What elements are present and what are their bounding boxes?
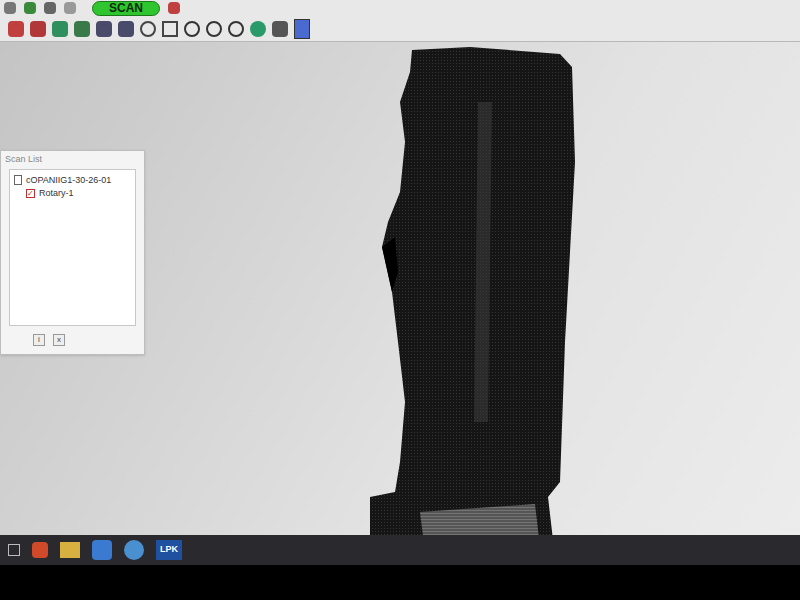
select-icon[interactable] — [8, 21, 24, 37]
target-icon[interactable] — [184, 21, 200, 37]
folder-icon[interactable] — [60, 542, 80, 558]
task-view-icon[interactable] — [8, 544, 20, 556]
browser-icon[interactable] — [32, 542, 48, 558]
app-window: SCANScan ListcOPANIIG1-30-26-01✓Rotary-1… — [0, 0, 800, 600]
view-icon[interactable] — [272, 21, 288, 37]
sphere-icon[interactable] — [250, 21, 266, 37]
tools-icon[interactable] — [4, 2, 16, 14]
taskbar: LPK — [0, 535, 800, 600]
taskbar-app[interactable]: LPK — [156, 540, 182, 560]
viewport[interactable]: Scan ListcOPANIIG1-30-26-01✓Rotary-1ix — [0, 42, 800, 535]
scan-list-title: Scan List — [1, 151, 144, 169]
scan-button[interactable]: SCAN — [92, 1, 160, 16]
rotate-icon[interactable] — [228, 21, 244, 37]
report-icon[interactable] — [168, 2, 180, 14]
app-icon[interactable] — [92, 540, 112, 560]
toolbar: SCAN — [0, 0, 800, 42]
home-icon[interactable] — [44, 2, 56, 14]
material-icon[interactable] — [294, 19, 310, 39]
document-icon — [14, 175, 22, 185]
chrome-icon[interactable] — [124, 540, 144, 560]
scan-list-panel: Scan ListcOPANIIG1-30-26-01✓Rotary-1ix — [0, 150, 145, 355]
panel-button[interactable]: i — [33, 334, 45, 346]
mesh-icon[interactable] — [52, 21, 68, 37]
move-icon[interactable] — [96, 21, 112, 37]
filter-icon[interactable] — [30, 21, 46, 37]
zoom-icon[interactable] — [140, 21, 156, 37]
fit-icon[interactable] — [162, 21, 178, 37]
tree-item[interactable]: cOPANIIG1-30-26-01 — [10, 174, 135, 188]
pan-icon[interactable] — [118, 21, 134, 37]
check-icon: ✓ — [26, 189, 35, 198]
orbit-icon[interactable] — [206, 21, 222, 37]
align-icon[interactable] — [24, 2, 36, 14]
tree-item[interactable]: ✓Rotary-1 — [10, 187, 135, 201]
warning-icon[interactable] — [64, 2, 76, 14]
layers-icon[interactable] — [74, 21, 90, 37]
panel-button[interactable]: x — [53, 334, 65, 346]
scan-tree: cOPANIIG1-30-26-01✓Rotary-1 — [9, 169, 136, 327]
